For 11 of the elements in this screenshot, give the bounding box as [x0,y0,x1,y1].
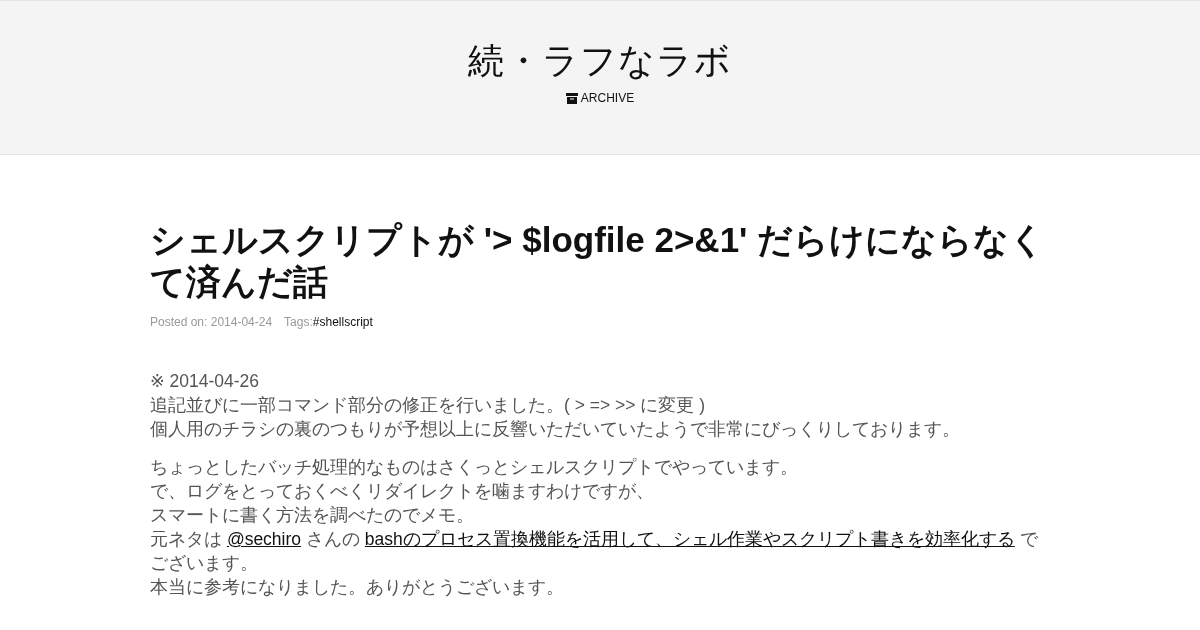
body-paragraph: ちょっとしたバッチ処理的なものはさくっとシェルスクリプトでやっています。 で、ログをとっておくべくリダイレクトを噛ますわけですが、 スマートに書く方法を調べたのでメモ。 元ネタは @sechiro さんの bashのプロセス置換機能を活用して、シェル作業やスクリプト書きを効率化する でございます。 本当に参考になりました。ありがとうございます。 [150,456,1039,599]
tags-label: Tags: [284,315,313,329]
archive-box-icon [565,92,578,104]
archive-link[interactable]: ARCHIVE [565,91,635,105]
post-title: シェルスクリプトが '> $logfile 2>&1' だらけにならなくて済んだ話 [150,219,1047,303]
inline-link[interactable]: @sechiro [226,529,302,549]
post-date: Posted on: 2014-04-24 [150,315,273,329]
inline-link[interactable]: bashのプロセス置換機能を活用して、シェル作業やスクリプト書きを効率化する [364,529,1015,549]
body-paragraph: ※ 2014-04-26 追記並びに一部コマンド部分の修正を行いました。( > => >> に変更 ) 個人用のチラシの裏のつもりが予想以上に反響いただいていたようで非常にびっくりしております。 [150,370,961,441]
site-title: 続・ラフなラボ [468,39,732,83]
tag-link[interactable]: #shellscript [312,315,373,329]
